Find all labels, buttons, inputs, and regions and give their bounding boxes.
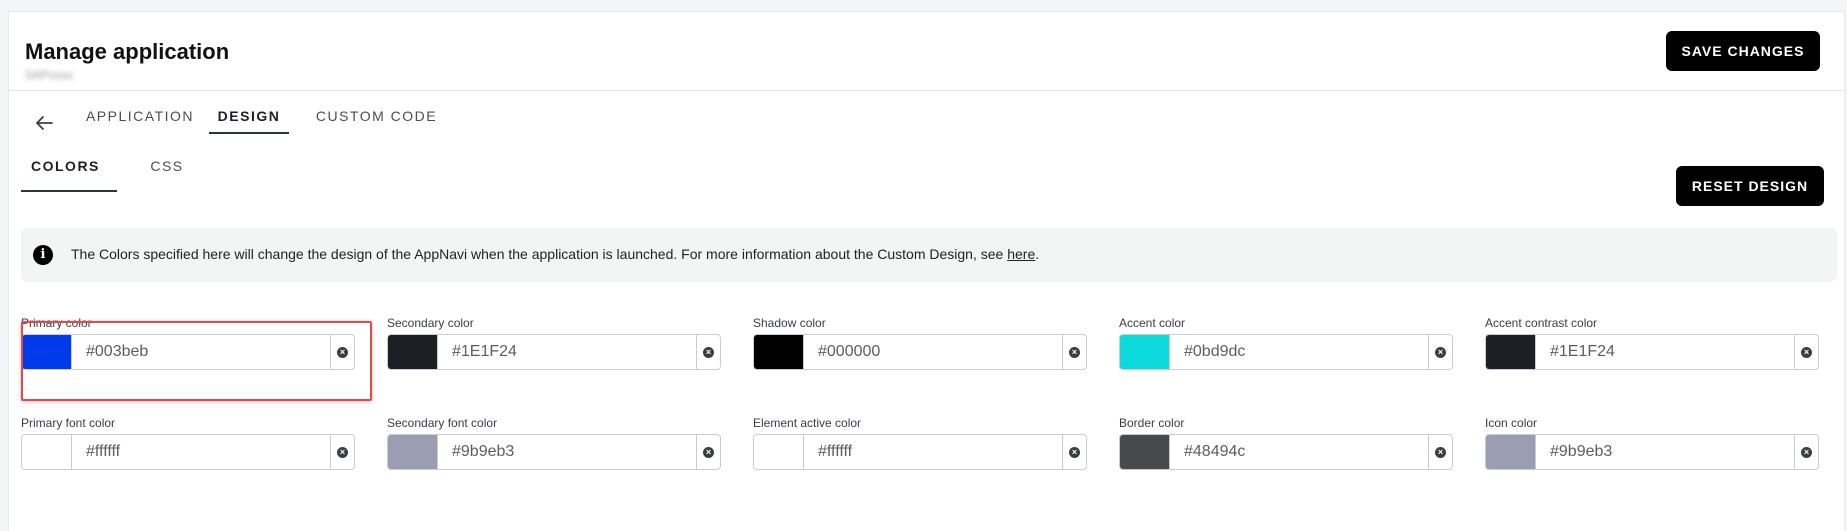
- color-input-box: ×: [1485, 434, 1819, 470]
- tab-design[interactable]: DESIGN: [215, 108, 283, 124]
- clear-button[interactable]: ×: [1794, 335, 1818, 369]
- color-swatch[interactable]: [1120, 335, 1170, 369]
- subtab-css[interactable]: CSS: [147, 158, 187, 174]
- color-swatch[interactable]: [22, 435, 72, 469]
- tab-design-indicator: [209, 132, 289, 134]
- clear-circle-icon: ×: [1069, 346, 1080, 358]
- color-input-box: ×: [753, 334, 1087, 370]
- color-swatch[interactable]: [1120, 435, 1170, 469]
- color-swatch[interactable]: [1486, 335, 1536, 369]
- clear-circle-icon: ×: [703, 446, 714, 458]
- reset-design-button[interactable]: RESET DESIGN: [1676, 166, 1824, 206]
- color-input-box: ×: [21, 434, 355, 470]
- tab-application[interactable]: APPLICATION: [76, 108, 204, 124]
- back-button[interactable]: [33, 112, 55, 134]
- color-field-label: Secondary color: [387, 316, 474, 330]
- hex-input[interactable]: [438, 335, 696, 369]
- color-field-label: Secondary font color: [387, 416, 498, 430]
- tab-custom-code[interactable]: CUSTOM CODE: [314, 108, 439, 124]
- clear-circle-icon: ×: [337, 346, 348, 358]
- color-field-label: Icon color: [1485, 416, 1538, 430]
- hex-input[interactable]: [1536, 335, 1794, 369]
- color-swatch[interactable]: [754, 435, 804, 469]
- clear-circle-icon: ×: [1435, 346, 1446, 358]
- color-input-box: ×: [387, 334, 721, 370]
- color-swatch[interactable]: [22, 335, 72, 369]
- hex-input[interactable]: [1170, 435, 1428, 469]
- clear-circle-icon: ×: [1435, 446, 1446, 458]
- manage-application-card: Manage application SAPxxxx SAVE CHANGES …: [8, 11, 1845, 531]
- app-name-subtitle: SAPxxxx: [25, 68, 74, 82]
- page-title: Manage application: [25, 39, 230, 64]
- clear-button[interactable]: ×: [696, 435, 720, 469]
- clear-button[interactable]: ×: [1428, 335, 1452, 369]
- notice-end: .: [1035, 246, 1040, 262]
- hex-input[interactable]: [72, 435, 330, 469]
- clear-button[interactable]: ×: [1062, 335, 1086, 369]
- hex-input[interactable]: [804, 335, 1062, 369]
- hex-input[interactable]: [438, 435, 696, 469]
- clear-circle-icon: ×: [1801, 346, 1812, 358]
- hex-input[interactable]: [804, 435, 1062, 469]
- clear-button[interactable]: ×: [1428, 435, 1452, 469]
- clear-button[interactable]: ×: [330, 335, 354, 369]
- clear-circle-icon: ×: [703, 346, 714, 358]
- clear-circle-icon: ×: [1801, 446, 1812, 458]
- color-input-box: ×: [1119, 434, 1453, 470]
- color-swatch[interactable]: [388, 435, 438, 469]
- notice-help-link[interactable]: here: [1007, 246, 1035, 262]
- color-field-label: Element active color: [753, 416, 862, 430]
- color-swatch[interactable]: [754, 335, 804, 369]
- clear-button[interactable]: ×: [1794, 435, 1818, 469]
- clear-button[interactable]: ×: [330, 435, 354, 469]
- color-input-box: ×: [21, 334, 355, 370]
- color-swatch[interactable]: [1486, 435, 1536, 469]
- notice-message: The Colors specified here will change th…: [71, 246, 1008, 262]
- color-input-box: ×: [753, 434, 1087, 470]
- info-icon: i: [33, 245, 53, 265]
- color-input-box: ×: [1119, 334, 1453, 370]
- subtab-colors[interactable]: COLORS: [31, 158, 99, 174]
- clear-button[interactable]: ×: [696, 335, 720, 369]
- color-field-label: Accent contrast color: [1485, 316, 1598, 330]
- hex-input[interactable]: [72, 335, 330, 369]
- color-input-box: ×: [1485, 334, 1819, 370]
- color-swatch[interactable]: [388, 335, 438, 369]
- hex-input[interactable]: [1536, 435, 1794, 469]
- hex-input[interactable]: [1170, 335, 1428, 369]
- color-field-label: Primary font color: [21, 416, 116, 430]
- color-field-label: Shadow color: [753, 316, 826, 330]
- notice-text: The Colors specified here will change th…: [71, 246, 1039, 262]
- clear-circle-icon: ×: [1069, 446, 1080, 458]
- color-field-label: Border color: [1119, 416, 1185, 430]
- main-tabs: APPLICATION DESIGN CUSTOM CODE: [9, 90, 1844, 156]
- page-header: Manage application SAPxxxx SAVE CHANGES: [9, 12, 1844, 91]
- subtab-colors-indicator: [21, 190, 117, 192]
- save-changes-button[interactable]: SAVE CHANGES: [1666, 31, 1820, 71]
- color-field-label: Primary color: [21, 316, 92, 330]
- clear-circle-icon: ×: [337, 446, 348, 458]
- color-input-box: ×: [387, 434, 721, 470]
- clear-button[interactable]: ×: [1062, 435, 1086, 469]
- color-field-label: Accent color: [1119, 316, 1186, 330]
- arrow-left-icon: [36, 116, 53, 130]
- info-notice: i The Colors specified here will change …: [21, 228, 1837, 282]
